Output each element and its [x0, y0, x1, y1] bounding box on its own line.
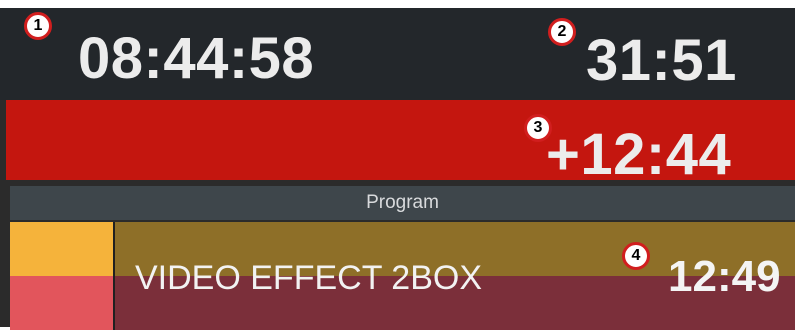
clock-bar: 1 08:44:58 2 31:51	[0, 8, 795, 100]
remaining-time-display: 31:51	[586, 28, 737, 93]
callout-marker-4: 4	[622, 242, 650, 270]
callout-marker-2: 2	[548, 18, 576, 46]
rundown-timer-panel: 1 08:44:58 2 31:51 3 +12:44 Program VIDE…	[0, 8, 795, 330]
item-duration: 12:49	[668, 252, 781, 301]
item-color-swatch-top	[10, 222, 113, 276]
section-header-program: Program	[10, 186, 795, 220]
rundown-item-row[interactable]: VIDEO EFFECT 2BOX 4 12:49	[10, 222, 795, 330]
item-color-swatch-bottom	[10, 276, 113, 330]
item-title: VIDEO EFFECT 2BOX	[135, 259, 483, 297]
callout-marker-1: 1	[24, 12, 52, 40]
overrun-time-display: +12:44	[546, 122, 732, 187]
overrun-bar: 3 +12:44	[6, 100, 795, 184]
time-of-day-clock: 08:44:58	[78, 26, 315, 91]
